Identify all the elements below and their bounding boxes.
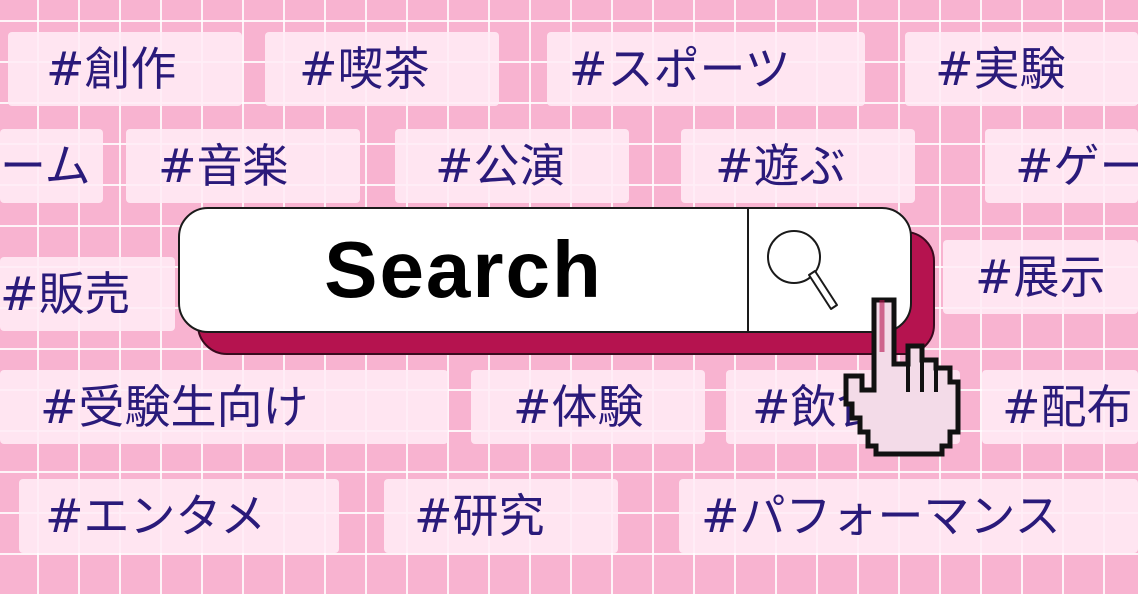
tag-performance-show[interactable]: #パフォーマンス bbox=[679, 479, 1138, 553]
search-bar[interactable]: Search bbox=[178, 207, 912, 333]
tag-experience[interactable]: #体験 bbox=[471, 370, 705, 444]
tag-cafe[interactable]: #喫茶 bbox=[265, 32, 499, 106]
tag-creation[interactable]: #創作 bbox=[8, 32, 242, 106]
search-label: Search bbox=[324, 225, 603, 314]
tag-music[interactable]: #音楽 bbox=[126, 129, 360, 203]
hand-pointer-cursor-icon bbox=[843, 297, 961, 457]
tag-distribution[interactable]: #配布 bbox=[982, 370, 1138, 444]
tag-play[interactable]: #遊ぶ bbox=[681, 129, 915, 203]
tag-performance[interactable]: #公演 bbox=[395, 129, 629, 203]
tag-sales[interactable]: #販売 bbox=[0, 257, 175, 331]
tag-sports[interactable]: #スポーツ bbox=[547, 32, 865, 106]
tag-entertainment[interactable]: #エンタメ bbox=[19, 479, 339, 553]
tag-research[interactable]: #研究 bbox=[384, 479, 618, 553]
tag-exhibition[interactable]: #展示 bbox=[943, 240, 1138, 314]
tag-for-applicants[interactable]: #受験生向け bbox=[0, 370, 448, 444]
tag-game[interactable]: #ゲー bbox=[985, 129, 1138, 203]
tag-experiment[interactable]: #実験 bbox=[905, 32, 1138, 106]
tag-game-partial[interactable]: ーム bbox=[0, 129, 103, 203]
